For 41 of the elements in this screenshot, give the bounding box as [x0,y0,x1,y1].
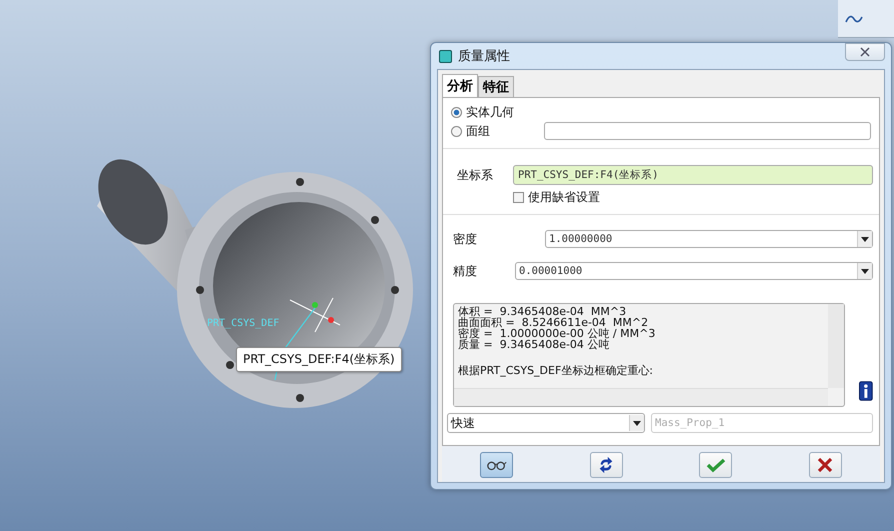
density-dropdown[interactable]: 1.00000000 [545,230,873,248]
result-line: 体积 = 9.3465408e-04 MM^3 [458,306,626,317]
tooltip: PRT_CSYS_DEF:F4(坐标系) [236,347,402,372]
radio-button[interactable] [451,126,462,137]
result-line: 根据PRT_CSYS_DEF坐标边框确定重心: [458,365,654,376]
result-line: 质量 = 9.3465408e-04 公吨 [458,339,610,350]
close-icon [859,46,871,58]
info-icon[interactable] [859,381,873,401]
radio-button[interactable] [451,107,462,118]
checkbox[interactable] [513,192,524,203]
name-input-field[interactable]: Mass_Prop_1 [651,413,873,433]
vertical-scrollbar[interactable] [828,304,844,388]
glasses-icon [486,459,508,471]
horizontal-scrollbar[interactable] [454,388,828,406]
tab[interactable]: 分析 [442,74,478,97]
quilt-input-field[interactable] [544,122,871,140]
field-label: 密度 [453,230,478,248]
tab[interactable]: 特征 [478,76,514,97]
close-button[interactable] [845,43,885,61]
window-title: 质量属性 [458,48,510,65]
mode-dropdown[interactable]: 快速 [447,413,645,433]
window-icon [439,50,452,62]
cancel-button[interactable] [808,452,842,478]
coordinate-system-label: PRT_CSYS_DEF [207,318,280,329]
checkbox-label: 使用缺省设置 [528,189,600,206]
field-label: 坐标系 [457,167,493,184]
caret-icon [861,236,869,242]
checkmark-icon [706,457,726,473]
radio-label: 实体几何 [466,104,514,121]
refresh-button[interactable] [590,452,623,478]
accuracy-dropdown[interactable]: 0.00001000 [515,262,873,280]
ok-button[interactable] [699,452,732,478]
caret-icon [861,268,869,274]
close-icon [817,457,834,473]
result-line: 曲面面积 = 8.5246611e-04 MM^2 [458,317,648,328]
preview-button[interactable] [480,452,514,478]
radio-label: 面组 [466,123,490,140]
field-label: 精度 [453,262,478,280]
coordinate-system-field[interactable]: PRT_CSYS_DEF:F4(坐标系) [513,165,873,185]
result-line: 密度 = 1.0000000e-00 公吨 / MM^3 [458,328,656,339]
caret-icon [633,420,641,426]
